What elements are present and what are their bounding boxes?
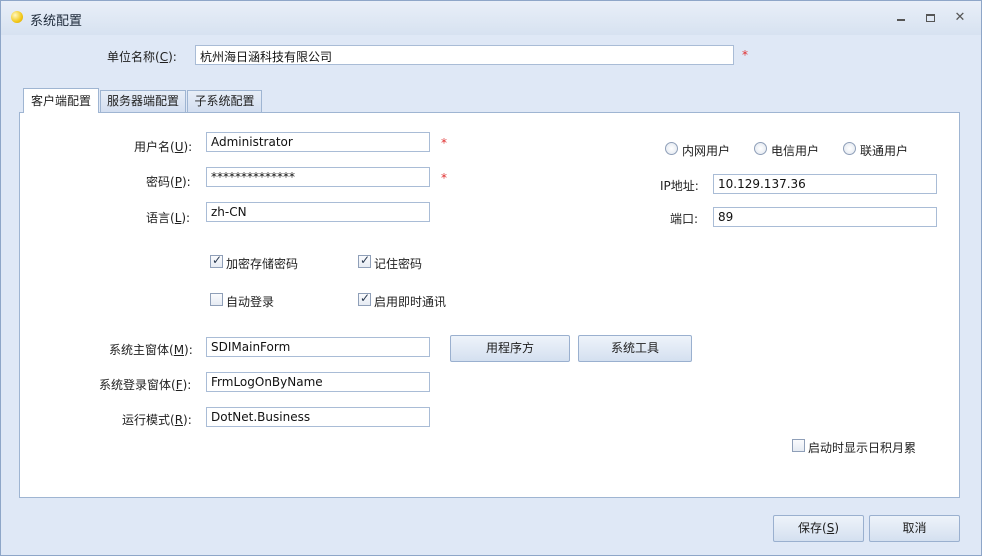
remember-password-label: 记住密码 [374,257,423,271]
remember-password-checkbox[interactable] [358,253,371,268]
port-label: 端口: [670,212,699,226]
config-window: 系统配置 ✕ 单位名称(C): 杭州海日涵科技有限公司 * 客户端配置 服务器端… [0,0,982,556]
password-required-mark: * [441,171,447,185]
company-label: 单位名称(C): [107,50,177,64]
port-input[interactable]: 89 [713,207,937,227]
enable-im-checkbox[interactable] [358,291,371,306]
tab-server-config[interactable]: 服务器端配置 [100,90,186,112]
password-label: 密码(P): [146,175,191,189]
login-form-input[interactable]: FrmLogOnByName [206,372,430,392]
intranet-radio[interactable] [665,142,678,155]
username-label: 用户名(U): [134,140,193,154]
unicom-label: 联通用户 [860,144,909,158]
main-form-label: 系统主窗体(M): [109,343,193,357]
show-journal-label: 启动时显示日积月累 [808,441,917,455]
telecom-label: 电信用户 [771,144,820,158]
main-form-input[interactable]: SDIMainForm [206,337,430,357]
password-input[interactable]: ************** [206,167,430,187]
run-mode-input[interactable]: DotNet.Business [206,407,430,427]
system-tools-button[interactable]: 系统工具 [578,335,692,362]
intranet-label: 内网用户 [682,144,731,158]
close-icon[interactable]: ✕ [952,10,968,26]
enable-im-label: 启用即时通讯 [374,295,447,309]
auto-login-checkbox[interactable] [210,293,223,306]
login-form-label: 系统登录窗体(F): [99,378,192,392]
cancel-button[interactable]: 取消 [869,515,960,542]
app-icon [11,11,23,23]
ip-label: IP地址: [660,179,699,193]
title-bar[interactable]: 系统配置 ✕ [1,1,981,35]
language-label: 语言(L): [146,211,191,225]
encrypt-password-checkbox[interactable] [210,253,223,268]
required-mark: * [742,48,748,62]
auto-login-label: 自动登录 [226,295,275,309]
run-mode-label: 运行模式(R): [122,413,192,427]
maximize-icon[interactable] [922,10,938,26]
username-input[interactable]: Administrator [206,132,430,152]
username-required-mark: * [441,136,447,150]
encrypt-password-label: 加密存储密码 [226,257,299,271]
company-input[interactable]: 杭州海日涵科技有限公司 [195,45,734,65]
save-button[interactable]: 保存(S) [773,515,864,542]
program-recipe-button[interactable]: 用程序方 [450,335,570,362]
language-input[interactable]: zh-CN [206,202,430,222]
tab-subsystem-config[interactable]: 子系统配置 [187,90,262,112]
tab-client-config[interactable]: 客户端配置 [23,88,99,113]
ip-input[interactable]: 10.129.137.36 [713,174,937,194]
unicom-radio[interactable] [843,142,856,155]
minimize-icon[interactable] [893,10,909,26]
window-title: 系统配置 [30,14,83,29]
telecom-radio[interactable] [754,142,767,155]
show-journal-checkbox[interactable] [792,439,805,452]
